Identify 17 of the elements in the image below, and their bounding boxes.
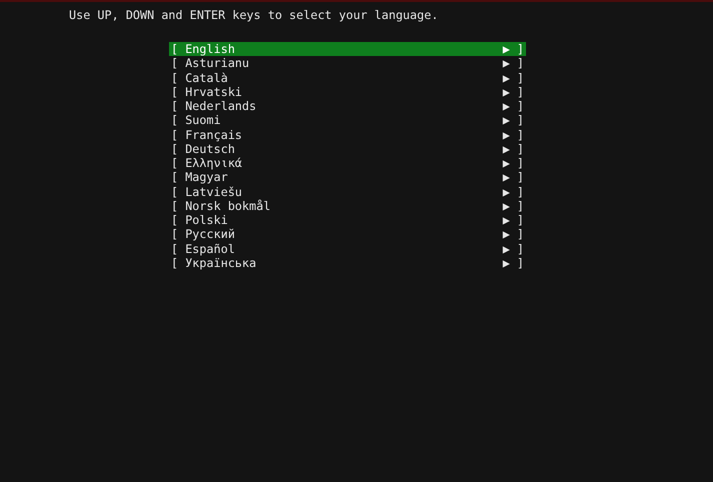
- language-option[interactable]: [ Nederlands ▶ ]: [169, 99, 526, 114]
- language-option[interactable]: [ Hrvatski ▶ ]: [169, 84, 526, 99]
- language-option[interactable]: [ Français ▶ ]: [169, 128, 526, 142]
- language-option[interactable]: [ Русский ▶ ]: [169, 227, 526, 242]
- language-option[interactable]: [ Deutsch ▶ ]: [169, 142, 526, 156]
- language-option[interactable]: [ Suomi ▶ ]: [169, 113, 526, 128]
- language-option[interactable]: [ Català ▶ ]: [169, 70, 526, 85]
- language-option[interactable]: [ Ελληνικά ▶ ]: [169, 156, 526, 170]
- language-option[interactable]: [ Español ▶ ]: [169, 242, 526, 256]
- language-option[interactable]: [ Latviešu ▶ ]: [169, 184, 526, 199]
- language-option[interactable]: [ Українська ▶ ]: [169, 256, 526, 270]
- language-option[interactable]: [ Norsk bokmål ▶ ]: [169, 198, 526, 213]
- language-option[interactable]: [ Asturianu ▶ ]: [169, 56, 526, 70]
- language-option[interactable]: [ Magyar ▶ ]: [169, 170, 526, 184]
- language-option[interactable]: [ English ▶ ]: [169, 42, 526, 56]
- instruction-text: Use UP, DOWN and ENTER keys to select your language.: [69, 8, 440, 22]
- language-option[interactable]: [ Polski ▶ ]: [169, 213, 526, 228]
